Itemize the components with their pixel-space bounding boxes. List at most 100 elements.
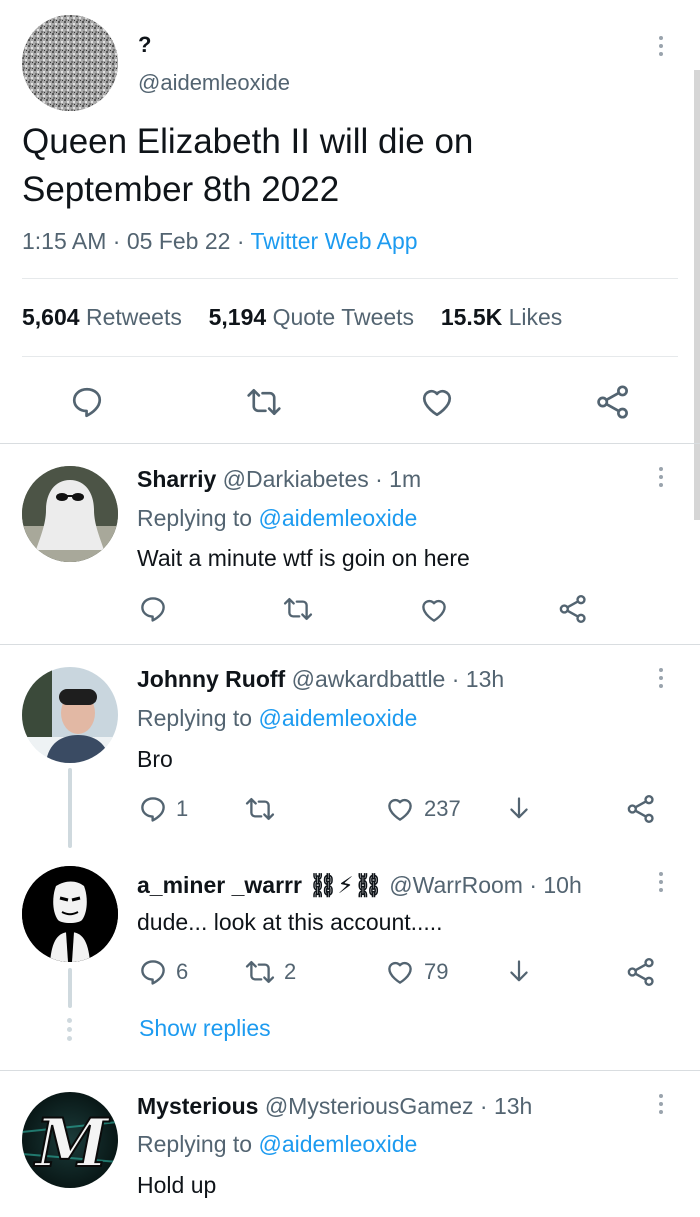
tweet-time: 1:15 AM bbox=[22, 228, 107, 254]
tweet-text-line1: Queen Elizabeth II will die on bbox=[22, 122, 474, 161]
share-icon[interactable] bbox=[625, 956, 657, 988]
reply-header: Sharriy @Darkiabetes · 1m bbox=[137, 466, 421, 493]
like-icon bbox=[384, 957, 416, 987]
retweets-stat[interactable]: 5,604 Retweets bbox=[22, 304, 182, 330]
reply-display-name[interactable]: a_miner _warrr ⛓⚡⛓ bbox=[137, 872, 383, 898]
tweet-date: 05 Feb 22 bbox=[126, 228, 231, 254]
like-icon[interactable] bbox=[418, 595, 450, 625]
divider bbox=[0, 443, 700, 444]
thread-line bbox=[68, 968, 72, 1008]
noise-avatar-image bbox=[22, 15, 118, 111]
like-count: 79 bbox=[424, 959, 449, 984]
reply-text: Wait a minute wtf is goin on here bbox=[137, 545, 470, 571]
download-icon[interactable] bbox=[505, 794, 533, 824]
replying-to-handle[interactable]: @aidemleoxide bbox=[258, 505, 417, 531]
reply-count: 6 bbox=[176, 959, 189, 984]
reply-action[interactable]: 1 bbox=[138, 794, 188, 824]
author-avatar[interactable] bbox=[22, 15, 118, 111]
reply-display-name[interactable]: Sharriy bbox=[137, 466, 216, 492]
m-logo-avatar-image: M bbox=[22, 1092, 118, 1188]
retweets-label: Retweets bbox=[85, 304, 182, 330]
thread-continuation-dots bbox=[67, 1018, 72, 1041]
reply-handle[interactable]: @WarrRoom bbox=[389, 872, 523, 898]
replying-to-line: Replying to @aidemleoxide bbox=[137, 505, 417, 532]
reply-avatar-mysterious[interactable]: M bbox=[22, 1092, 118, 1188]
likes-stat[interactable]: 15.5K Likes bbox=[441, 304, 562, 330]
more-icon[interactable] bbox=[658, 36, 664, 56]
reply-text: Bro bbox=[137, 746, 173, 772]
quotes-stat[interactable]: 5,194 Quote Tweets bbox=[209, 304, 414, 330]
like-icon[interactable] bbox=[418, 384, 456, 420]
reply-time: · 1m bbox=[375, 466, 422, 492]
ghost-avatar-image bbox=[22, 466, 118, 562]
reply-count: 1 bbox=[176, 796, 189, 821]
like-action[interactable]: 79 bbox=[384, 957, 448, 987]
download-icon[interactable] bbox=[505, 957, 533, 987]
replying-to-label: Replying to bbox=[137, 1131, 253, 1157]
retweet-icon[interactable] bbox=[244, 794, 276, 824]
retweet-icon[interactable] bbox=[282, 594, 314, 624]
replying-to-label: Replying to bbox=[137, 505, 253, 531]
reply-action[interactable]: 6 bbox=[138, 957, 188, 987]
reply-time: · 13h bbox=[479, 1093, 533, 1119]
like-count: 237 bbox=[424, 796, 461, 821]
retweet-action[interactable]: 2 bbox=[244, 957, 296, 987]
meta-separator: · bbox=[112, 228, 121, 254]
show-replies-link[interactable]: Show replies bbox=[139, 1015, 271, 1042]
reply-header: Mysterious @MysteriousGamez · 13h bbox=[137, 1093, 532, 1120]
divider bbox=[0, 1070, 700, 1071]
like-icon bbox=[384, 794, 416, 824]
share-icon[interactable] bbox=[594, 383, 632, 421]
reply-display-name[interactable]: Johnny Ruoff bbox=[137, 666, 285, 692]
reply-icon[interactable] bbox=[69, 384, 105, 420]
retweet-icon[interactable] bbox=[245, 384, 283, 420]
reply-handle[interactable]: @awkardbattle bbox=[292, 666, 446, 692]
replying-to-handle[interactable]: @aidemleoxide bbox=[258, 705, 417, 731]
share-icon[interactable] bbox=[625, 793, 657, 825]
author-handle[interactable]: @aidemleoxide bbox=[138, 70, 290, 96]
meta-separator: · bbox=[236, 228, 245, 254]
reply-text: Hold up bbox=[137, 1172, 217, 1198]
more-icon[interactable] bbox=[658, 467, 664, 487]
thread-line bbox=[68, 768, 72, 848]
reply-icon[interactable] bbox=[138, 594, 168, 624]
replying-to-line: Replying to @aidemleoxide bbox=[137, 705, 417, 732]
reply-handle[interactable]: @MysteriousGamez bbox=[265, 1093, 474, 1119]
reply-time: · 13h bbox=[451, 666, 505, 692]
tweet-text-line2: September 8th 2022 bbox=[22, 170, 340, 209]
tweet-stats: 5,604 Retweets 5,194 Quote Tweets 15.5K … bbox=[22, 304, 562, 331]
reply-header: a_miner _warrr ⛓⚡⛓ @WarrRoom · 10h bbox=[137, 872, 582, 899]
divider bbox=[0, 644, 700, 645]
reply-handle[interactable]: @Darkiabetes bbox=[223, 466, 369, 492]
reply-time: · 10h bbox=[529, 872, 582, 898]
more-icon[interactable] bbox=[658, 1094, 664, 1114]
tweet-source[interactable]: Twitter Web App bbox=[250, 228, 417, 254]
tweet-text: Queen Elizabeth II will die on September… bbox=[22, 118, 473, 214]
reply-avatar-warrroom[interactable] bbox=[22, 866, 118, 962]
more-icon[interactable] bbox=[658, 668, 664, 688]
reply-avatar-sharriy[interactable] bbox=[22, 466, 118, 562]
likes-count: 15.5K bbox=[440, 304, 503, 330]
reply-avatar-johnny[interactable] bbox=[22, 667, 118, 763]
quotes-label: Quote Tweets bbox=[272, 304, 415, 330]
reply-display-name[interactable]: Mysterious bbox=[137, 1093, 258, 1119]
retweets-count: 5,604 bbox=[22, 304, 80, 330]
more-icon[interactable] bbox=[658, 872, 664, 892]
retweet-count: 2 bbox=[284, 959, 297, 984]
avatar-letter: M bbox=[33, 1104, 110, 1182]
scrollbar[interactable] bbox=[694, 70, 700, 520]
like-action[interactable]: 237 bbox=[384, 794, 461, 824]
replying-to-label: Replying to bbox=[137, 705, 253, 731]
divider bbox=[22, 278, 678, 279]
tweet-meta: 1:15 AM · 05 Feb 22 · Twitter Web App bbox=[22, 228, 418, 255]
person-avatar-image bbox=[22, 667, 118, 763]
retweet-icon bbox=[244, 957, 276, 987]
reply-text: dude... look at this account..... bbox=[137, 909, 443, 935]
mask-avatar-image bbox=[22, 866, 118, 962]
reply-header: Johnny Ruoff @awkardbattle · 13h bbox=[137, 666, 504, 693]
reply-icon bbox=[138, 957, 168, 987]
quotes-count: 5,194 bbox=[208, 304, 267, 330]
author-display-name: ? bbox=[138, 32, 152, 57]
replying-to-handle[interactable]: @aidemleoxide bbox=[258, 1131, 417, 1157]
share-icon[interactable] bbox=[557, 593, 589, 625]
